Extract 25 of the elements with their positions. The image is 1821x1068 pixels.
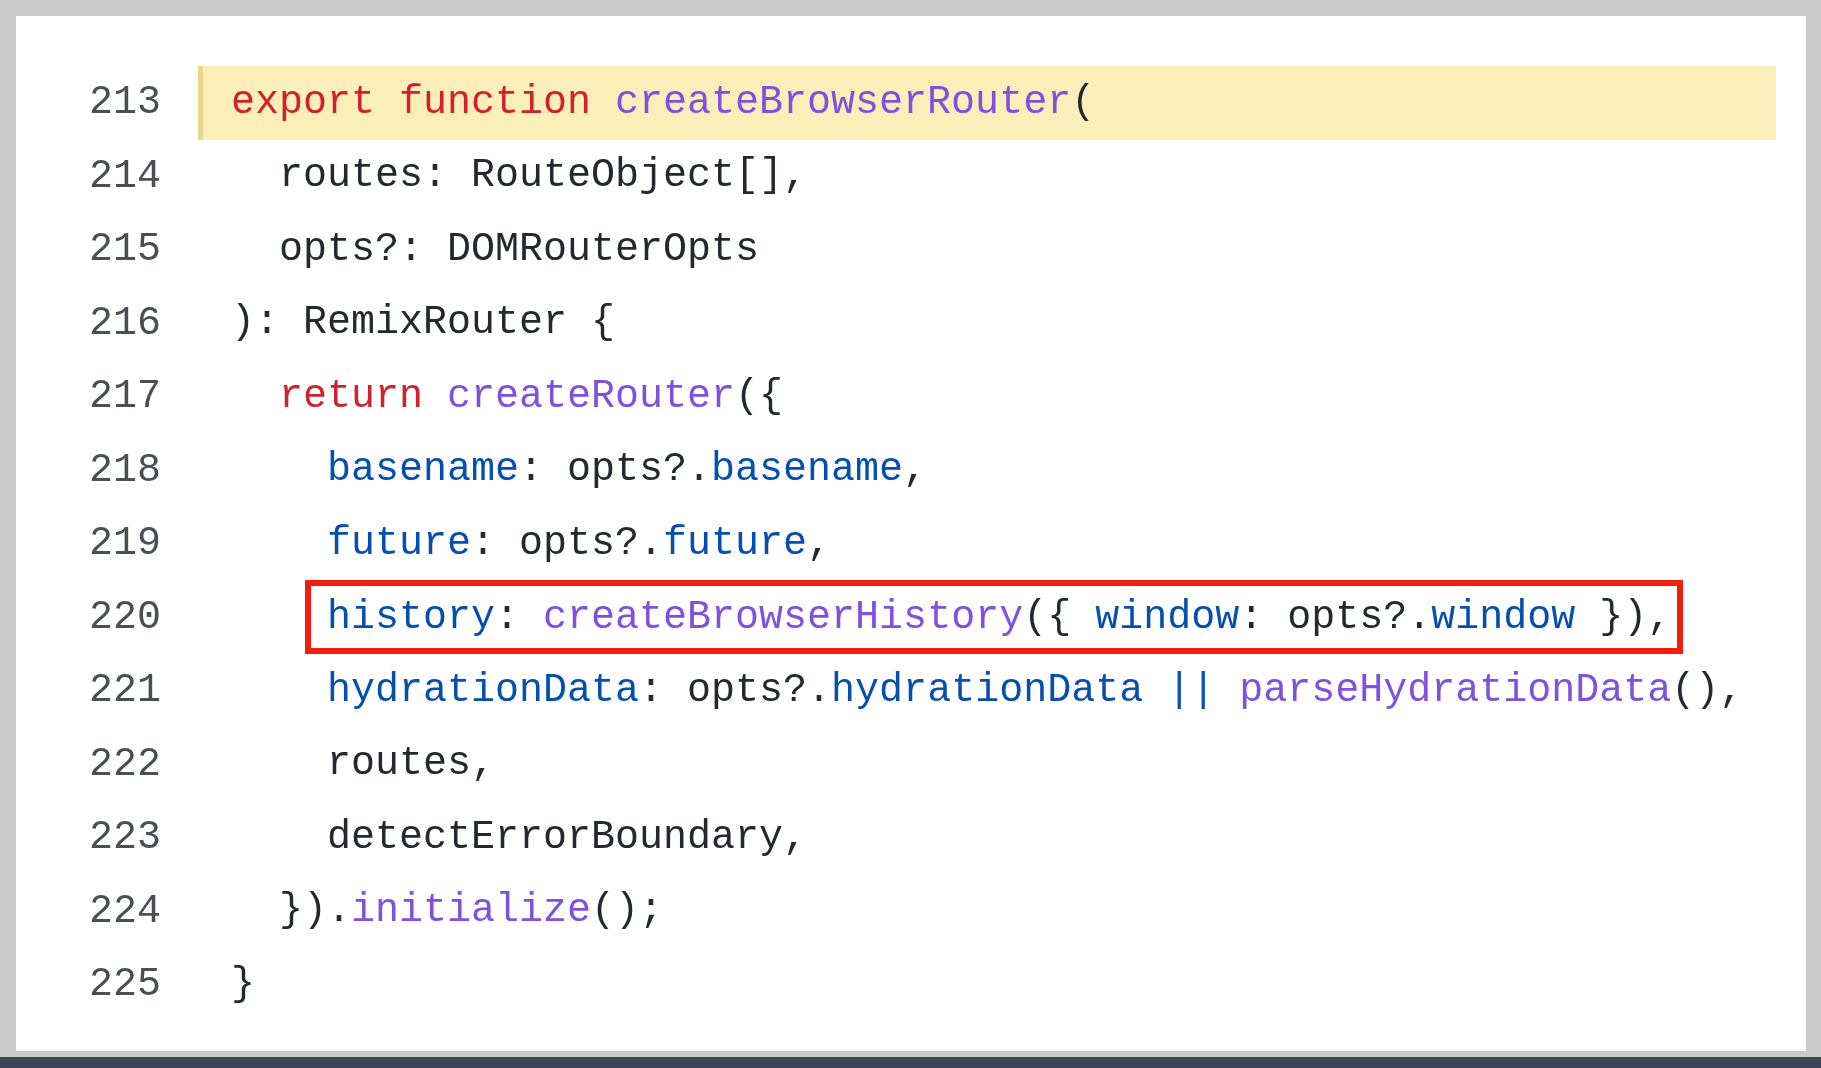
line-number: 216: [88, 300, 161, 346]
line-number: 215: [88, 227, 161, 273]
code-line: return createRouter({: [279, 372, 784, 421]
line-number: 218: [88, 447, 161, 493]
line-number: 221: [88, 668, 161, 714]
line-number: 224: [88, 888, 161, 934]
code-line: future: opts?.future,: [327, 519, 832, 568]
line-number: 222: [88, 741, 161, 787]
code-line: opts?: DOMRouterOpts: [279, 225, 760, 274]
code-line: routes: RouteObject[],: [279, 152, 808, 201]
line-number: 225: [88, 962, 161, 1008]
line-number: 213: [88, 80, 161, 126]
code-line: }).initialize();: [279, 887, 664, 936]
line-number: 217: [88, 374, 161, 420]
code-line: ): RemixRouter {: [231, 299, 616, 348]
code-line: hydrationData: opts?.hydrationData || parseHydrationData(),: [327, 666, 1744, 715]
line-number: 219: [88, 521, 161, 567]
code-line: basename: opts?.basename,: [327, 446, 928, 495]
line-number: 223: [88, 815, 161, 861]
line-number: 214: [88, 153, 161, 199]
line-number: 220: [88, 594, 161, 640]
code-line: export function createBrowserRouter(: [231, 78, 1096, 127]
code-line: detectErrorBoundary,: [327, 813, 808, 862]
code-line: }: [231, 960, 255, 1009]
code-line: routes,: [327, 740, 496, 789]
